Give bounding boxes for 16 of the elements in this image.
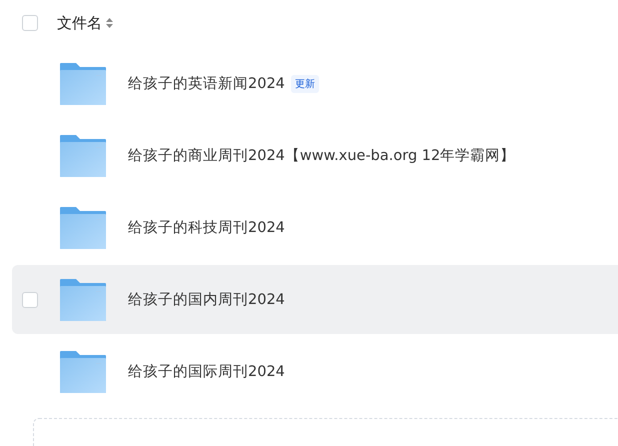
file-name[interactable]: 给孩子的英语新闻2024 xyxy=(128,74,285,93)
file-name[interactable]: 给孩子的国际周刊2024 xyxy=(128,362,285,381)
file-name[interactable]: 给孩子的科技周刊2024 xyxy=(128,218,285,237)
folder-icon xyxy=(60,206,106,248)
select-all-checkbox[interactable] xyxy=(22,15,38,31)
file-row[interactable]: 给孩子的国内周刊2024 xyxy=(12,265,618,334)
folder-icon xyxy=(60,134,106,176)
sort-icon[interactable] xyxy=(106,18,113,28)
folder-icon xyxy=(60,278,106,320)
folder-icon xyxy=(60,62,106,104)
row-checkbox[interactable] xyxy=(22,292,38,308)
file-name[interactable]: 给孩子的商业周刊2024【www.xue-ba.org 12年学霸网】 xyxy=(128,146,516,165)
folder-icon xyxy=(60,350,106,392)
column-header[interactable]: 文件名 xyxy=(57,14,102,32)
update-tag: 更新 xyxy=(290,74,319,92)
file-name[interactable]: 给孩子的国内周刊2024 xyxy=(128,290,285,309)
